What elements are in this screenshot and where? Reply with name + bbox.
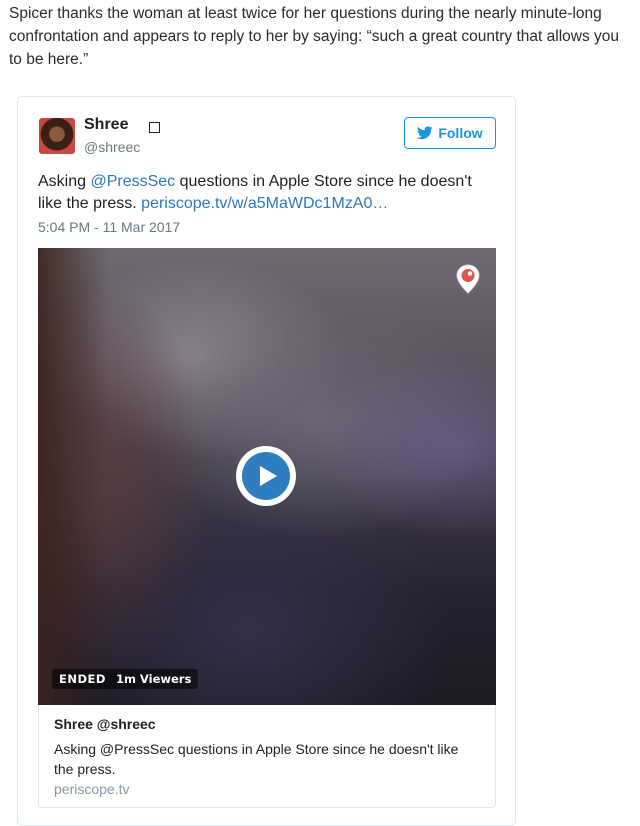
link-card[interactable]: Shree @shreec Asking @PressSec questions… [38,705,496,808]
twitter-bird-icon [417,126,434,140]
periscope-icon [456,264,480,294]
tweet-text-prefix: Asking [38,173,91,190]
broadcast-status: ENDED 1m Viewers [52,669,199,689]
viewer-count: 1m Viewers [115,672,192,686]
play-button[interactable] [236,446,296,506]
square-badge-icon [149,122,160,133]
card-title: Shree @shreec [54,716,156,732]
play-button-inner [242,452,290,500]
status-ended: ENDED [59,672,106,686]
tweet-timestamp[interactable]: 5:04 PM - 11 Mar 2017 [38,219,180,235]
author-handle[interactable]: @shreec [84,139,140,155]
embedded-tweet: Shree @shreec Follow Asking @PressSec qu… [17,96,516,826]
card-description: Asking @PressSec questions in Apple Stor… [54,741,459,777]
periscope-link[interactable]: periscope.tv/w/a5MaWDc1MzA0… [141,195,388,212]
tweet-text: Asking @PressSec questions in Apple Stor… [38,171,498,215]
video-shade [38,248,108,705]
mention-link[interactable]: @PressSec [90,173,175,190]
author-name[interactable]: Shree [84,116,128,134]
follow-button[interactable]: Follow [404,117,496,149]
avatar[interactable] [39,118,75,154]
follow-label: Follow [438,125,483,141]
card-domain: periscope.tv [54,781,130,797]
article-paragraph: Spicer thanks the woman at least twice f… [9,5,620,68]
video-player[interactable]: ENDED 1m Viewers [38,248,496,705]
play-icon [260,466,277,486]
